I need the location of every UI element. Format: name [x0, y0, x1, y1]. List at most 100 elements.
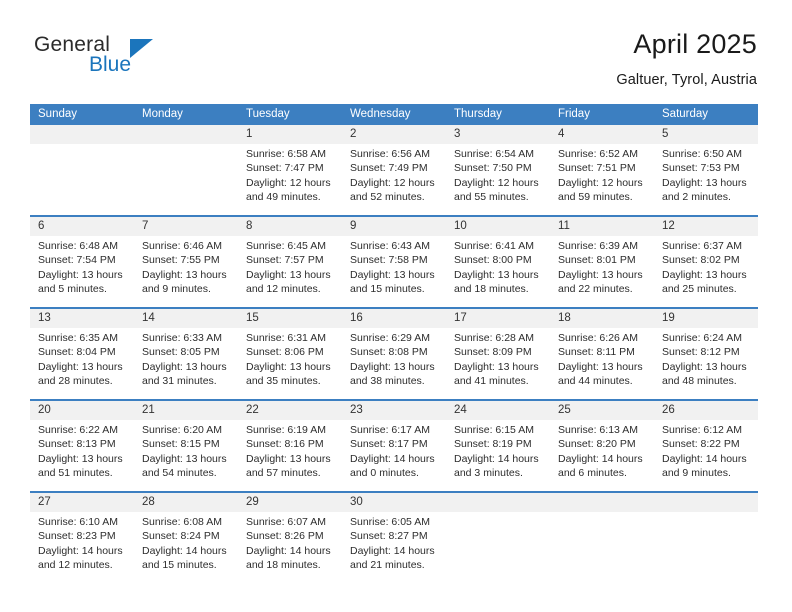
day-cell[interactable]: Sunrise: 6:39 AM Sunset: 8:01 PM Daylight:…: [550, 236, 654, 307]
day-cell[interactable]: Sunrise: 6:50 AM Sunset: 7:53 PM Daylight:…: [654, 144, 758, 215]
day-info-line: Sunrise: 6:52 AM: [558, 148, 638, 160]
day-cell[interactable]: Sunrise: 6:24 AM Sunset: 8:12 PM Daylight:…: [654, 328, 758, 399]
day-info-line: Sunrise: 6:12 AM: [662, 424, 742, 436]
day-cell[interactable]: Sunrise: 6:17 AM Sunset: 8:17 PM Daylight:…: [342, 420, 446, 491]
day-info-line: Sunset: 8:06 PM: [246, 346, 324, 359]
day-number[interactable]: 17: [446, 309, 550, 328]
day-info-line: and 3 minutes.: [454, 467, 523, 480]
day-info-line: Daylight: 13 hours: [142, 452, 227, 465]
day-cell[interactable]: Sunrise: 6:15 AM Sunset: 8:19 PM Daylight:…: [446, 420, 550, 491]
day-number[interactable]: 4: [550, 125, 654, 144]
day-cell[interactable]: Sunrise: 6:26 AM Sunset: 8:11 PM Daylight:…: [550, 328, 654, 399]
day-number-empty: [134, 125, 238, 144]
day-cell[interactable]: Sunrise: 6:29 AM Sunset: 8:08 PM Daylight:…: [342, 328, 446, 399]
day-cell[interactable]: Sunrise: 6:58 AM Sunset: 7:47 PM Daylight:…: [238, 144, 342, 215]
day-cell[interactable]: Sunrise: 6:07 AM Sunset: 8:26 PM Daylight:…: [238, 512, 342, 583]
day-number[interactable]: 10: [446, 217, 550, 236]
day-number[interactable]: 19: [654, 309, 758, 328]
day-number[interactable]: 21: [134, 401, 238, 420]
day-info-line: Daylight: 14 hours: [350, 452, 435, 465]
day-info-line: Sunset: 7:57 PM: [246, 254, 324, 267]
day-info-line: Sunrise: 6:28 AM: [454, 332, 534, 344]
day-cell[interactable]: Sunrise: 6:28 AM Sunset: 8:09 PM Daylight:…: [446, 328, 550, 399]
day-number[interactable]: 28: [134, 493, 238, 512]
day-number[interactable]: 12: [654, 217, 758, 236]
day-cell[interactable]: Sunrise: 6:37 AM Sunset: 8:02 PM Daylight:…: [654, 236, 758, 307]
day-info-line: Sunrise: 6:20 AM: [142, 424, 222, 436]
day-number[interactable]: 27: [30, 493, 134, 512]
day-number[interactable]: 24: [446, 401, 550, 420]
day-info-line: Sunset: 7:49 PM: [350, 162, 428, 175]
day-info-line: Sunrise: 6:54 AM: [454, 148, 534, 160]
day-cell[interactable]: Sunrise: 6:05 AM Sunset: 8:27 PM Daylight:…: [342, 512, 446, 583]
weekday-header-row: Sunday Monday Tuesday Wednesday Thursday Frid…: [30, 104, 758, 125]
calendar-week-row: 20 21 22 23 24 25 26 Sunrise: 6:22 AM Sunset: 8:…: [30, 399, 758, 491]
day-number[interactable]: 23: [342, 401, 446, 420]
day-number[interactable]: 5: [654, 125, 758, 144]
day-number[interactable]: 18: [550, 309, 654, 328]
calendar-page: General Blue April 2025 Galtuer, Tyrol, …: [0, 0, 792, 612]
page-subtitle: Galtuer, Tyrol, Austria: [616, 72, 757, 88]
day-cell[interactable]: Sunrise: 6:19 AM Sunset: 8:16 PM Daylight:…: [238, 420, 342, 491]
day-number[interactable]: 1: [238, 125, 342, 144]
day-info-line: Sunset: 8:17 PM: [350, 438, 428, 451]
day-number[interactable]: 6: [30, 217, 134, 236]
day-number[interactable]: 13: [30, 309, 134, 328]
day-number[interactable]: 30: [342, 493, 446, 512]
day-number[interactable]: 3: [446, 125, 550, 144]
day-info-line: Sunset: 8:12 PM: [662, 346, 740, 359]
day-info-line: Daylight: 13 hours: [246, 360, 331, 373]
day-cell-empty: [446, 512, 550, 583]
day-info-line: Sunset: 8:09 PM: [454, 346, 532, 359]
day-number[interactable]: 15: [238, 309, 342, 328]
day-cell[interactable]: Sunrise: 6:43 AM Sunset: 7:58 PM Daylight:…: [342, 236, 446, 307]
weekday-header-saturday: Saturday: [662, 108, 709, 120]
day-info-line: Daylight: 12 hours: [454, 176, 539, 189]
day-info-line: and 5 minutes.: [38, 283, 107, 296]
day-cell[interactable]: Sunrise: 6:52 AM Sunset: 7:51 PM Daylight:…: [550, 144, 654, 215]
day-cell[interactable]: Sunrise: 6:54 AM Sunset: 7:50 PM Daylight:…: [446, 144, 550, 215]
day-number[interactable]: 14: [134, 309, 238, 328]
day-number-empty: [654, 493, 758, 512]
day-cell[interactable]: Sunrise: 6:12 AM Sunset: 8:22 PM Daylight:…: [654, 420, 758, 491]
day-cell[interactable]: Sunrise: 6:33 AM Sunset: 8:05 PM Daylight:…: [134, 328, 238, 399]
day-info-line: Sunset: 7:58 PM: [350, 254, 428, 267]
day-cell[interactable]: Sunrise: 6:13 AM Sunset: 8:20 PM Daylight:…: [550, 420, 654, 491]
day-cell[interactable]: Sunrise: 6:48 AM Sunset: 7:54 PM Daylight:…: [30, 236, 134, 307]
day-cell[interactable]: Sunrise: 6:10 AM Sunset: 8:23 PM Daylight:…: [30, 512, 134, 583]
day-number[interactable]: 16: [342, 309, 446, 328]
day-cell[interactable]: Sunrise: 6:31 AM Sunset: 8:06 PM Daylight:…: [238, 328, 342, 399]
day-detail-band: Sunrise: 6:22 AM Sunset: 8:13 PM Daylight:…: [30, 420, 758, 491]
day-cell[interactable]: Sunrise: 6:41 AM Sunset: 8:00 PM Daylight:…: [446, 236, 550, 307]
day-number[interactable]: 25: [550, 401, 654, 420]
day-info-line: Sunrise: 6:15 AM: [454, 424, 534, 436]
day-info-line: Sunrise: 6:26 AM: [558, 332, 638, 344]
day-number[interactable]: 26: [654, 401, 758, 420]
day-number[interactable]: 20: [30, 401, 134, 420]
day-number[interactable]: 2: [342, 125, 446, 144]
day-cell[interactable]: Sunrise: 6:22 AM Sunset: 8:13 PM Daylight:…: [30, 420, 134, 491]
day-info-line: Sunset: 8:24 PM: [142, 530, 220, 543]
day-info-line: and 15 minutes.: [350, 283, 425, 296]
day-info-line: Sunrise: 6:19 AM: [246, 424, 326, 436]
day-number[interactable]: 7: [134, 217, 238, 236]
day-number[interactable]: 8: [238, 217, 342, 236]
day-cell[interactable]: Sunrise: 6:56 AM Sunset: 7:49 PM Daylight:…: [342, 144, 446, 215]
day-cell[interactable]: Sunrise: 6:08 AM Sunset: 8:24 PM Daylight:…: [134, 512, 238, 583]
day-cell[interactable]: Sunrise: 6:20 AM Sunset: 8:15 PM Daylight:…: [134, 420, 238, 491]
day-number[interactable]: 29: [238, 493, 342, 512]
day-info-line: Sunrise: 6:46 AM: [142, 240, 222, 252]
day-cell[interactable]: Sunrise: 6:46 AM Sunset: 7:55 PM Daylight:…: [134, 236, 238, 307]
calendar-week-row: 27 28 29 30 Sunrise: 6:10 AM Sunset: 8:23 PM D…: [30, 491, 758, 583]
day-number[interactable]: 9: [342, 217, 446, 236]
day-cell[interactable]: Sunrise: 6:45 AM Sunset: 7:57 PM Daylight:…: [238, 236, 342, 307]
day-number[interactable]: 11: [550, 217, 654, 236]
day-info-line: and 9 minutes.: [662, 467, 731, 480]
day-cell[interactable]: Sunrise: 6:35 AM Sunset: 8:04 PM Daylight:…: [30, 328, 134, 399]
general-blue-logo: General Blue: [34, 33, 184, 81]
weekday-header-wednesday: Wednesday: [350, 108, 411, 120]
day-info-line: Sunrise: 6:43 AM: [350, 240, 430, 252]
day-number[interactable]: 22: [238, 401, 342, 420]
day-info-line: Sunrise: 6:17 AM: [350, 424, 430, 436]
day-info-line: Sunset: 7:50 PM: [454, 162, 532, 175]
